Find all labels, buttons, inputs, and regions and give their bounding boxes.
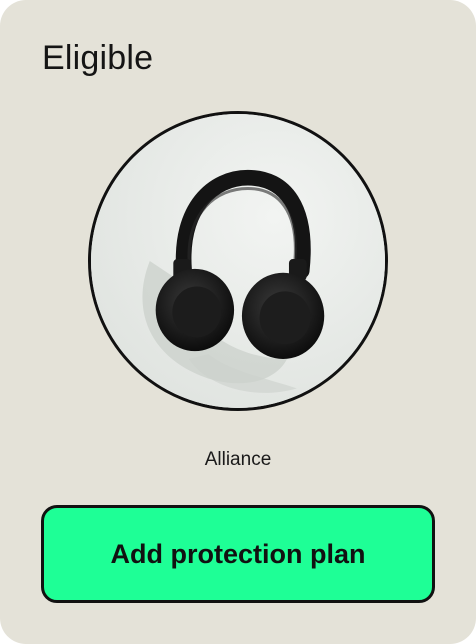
product-image-frame (88, 111, 388, 411)
add-protection-plan-button[interactable]: Add protection plan (41, 505, 435, 603)
headphones-icon (91, 114, 385, 408)
product-eligibility-card: Eligible Alliance Add protection plan (0, 0, 476, 644)
product-name: Alliance (204, 449, 272, 470)
eligibility-status-title: Eligible (42, 39, 154, 77)
